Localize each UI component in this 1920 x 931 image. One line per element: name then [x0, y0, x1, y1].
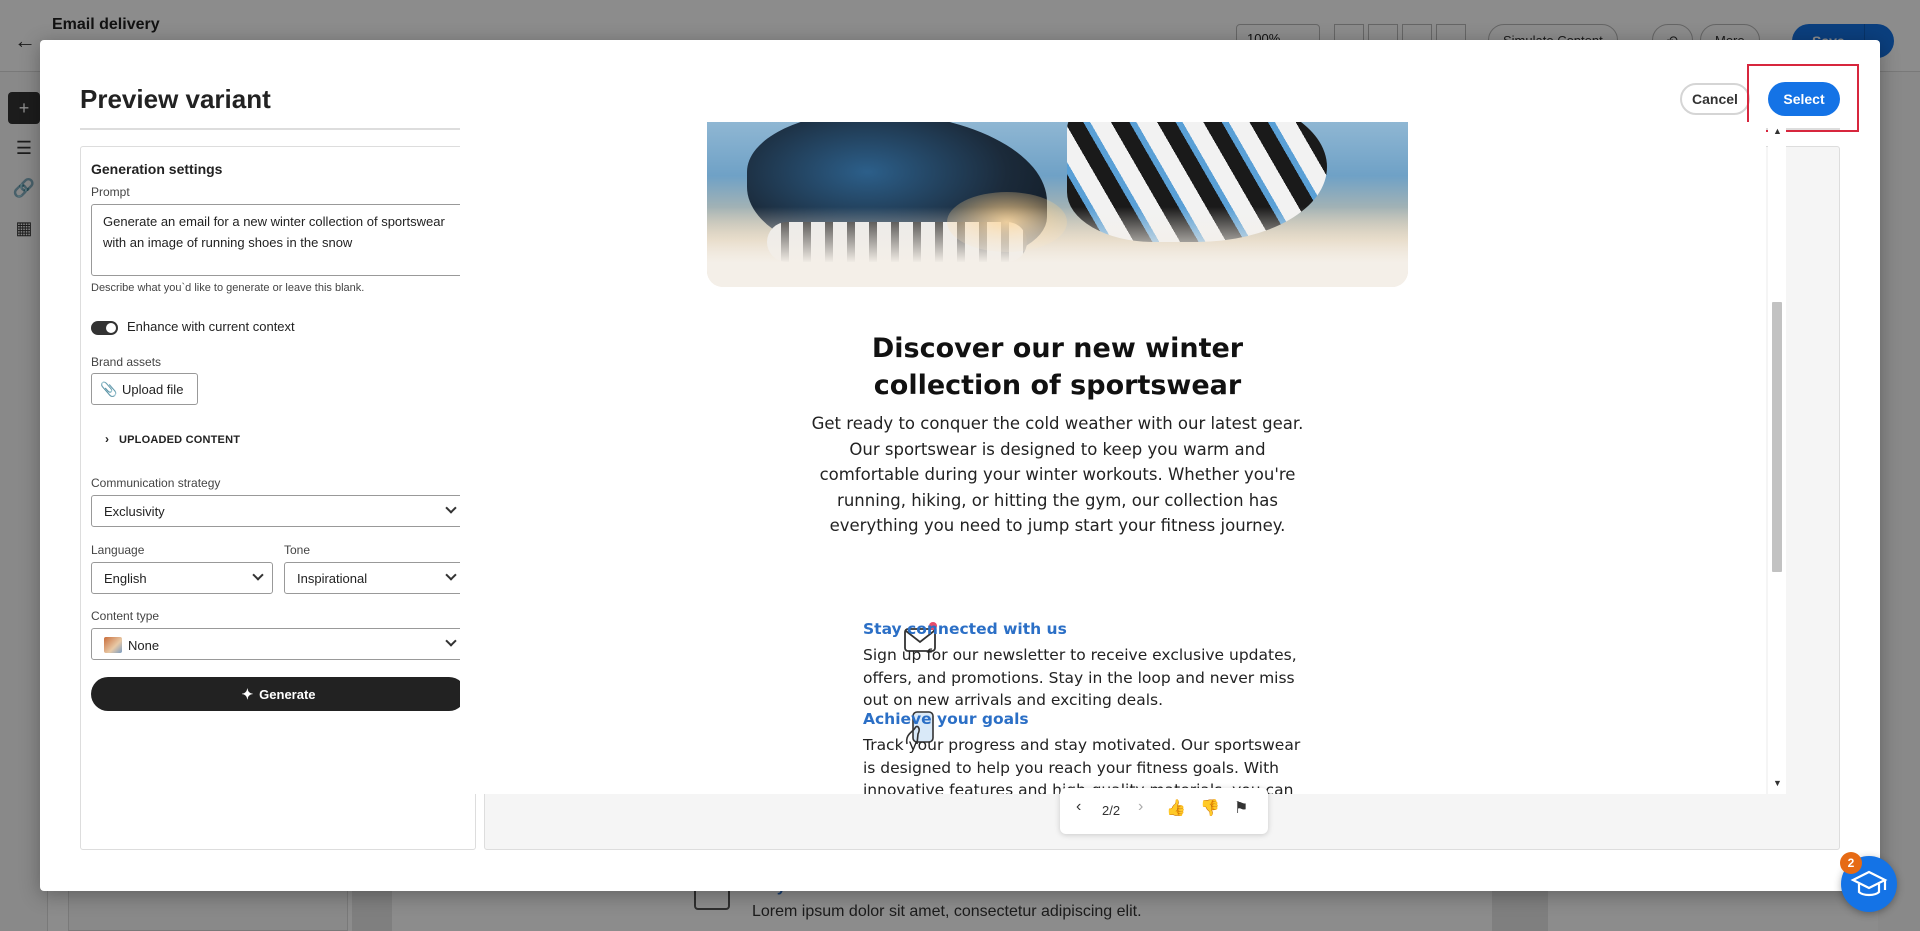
enhance-context-label: Enhance with current context	[127, 319, 295, 334]
variant-counter: 2/2	[1102, 803, 1121, 818]
generation-settings-panel: Generation settings Prompt Generate an e…	[80, 146, 476, 850]
feature-text-goals: Track your progress and stay motivated. …	[863, 736, 1301, 794]
preview-scrollbar[interactable]: ▲ ▼	[1768, 122, 1786, 794]
tone-label: Tone	[284, 543, 311, 557]
strategy-value: Exclusivity	[104, 504, 165, 519]
variant-navigation-bar: ‹ 2/2 › 👍 👎 ⚑	[1060, 788, 1268, 834]
language-dropdown[interactable]: English	[91, 562, 273, 594]
prompt-help-text: Describe what you`d like to generate or …	[91, 282, 365, 294]
previous-variant-icon[interactable]: ‹	[1076, 798, 1081, 816]
next-variant-icon[interactable]: ›	[1138, 798, 1143, 816]
paperclip-icon: 📎	[100, 381, 118, 397]
hero-image	[707, 122, 1408, 287]
select-button[interactable]: Select	[1768, 82, 1840, 116]
generate-button[interactable]: ✦ Generate	[91, 677, 466, 711]
generation-settings-heading: Generation settings	[91, 161, 223, 177]
language-value: English	[104, 571, 147, 586]
scroll-thumb[interactable]	[1772, 302, 1782, 572]
chevron-down-icon	[252, 569, 264, 581]
chevron-down-icon	[445, 569, 457, 581]
content-type-value: None	[128, 638, 160, 653]
strategy-dropdown[interactable]: Exclusivity	[91, 495, 466, 527]
strategy-label: Communication strategy	[91, 476, 221, 490]
magic-wand-icon: ✦	[241, 686, 254, 702]
uploaded-content-label: UPLOADED CONTENT	[119, 434, 241, 446]
feature-title-connected[interactable]: Stay connected with us	[863, 620, 1067, 638]
email-preview: Discover our new winter collection of sp…	[460, 122, 1766, 794]
content-type-thumbnail	[104, 637, 122, 653]
uploaded-content-toggle[interactable]: › UPLOADED CONTENT	[105, 432, 240, 446]
feature-text-connected: Sign up for our newsletter to receive ex…	[863, 646, 1297, 709]
tone-dropdown[interactable]: Inspirational	[284, 562, 466, 594]
tone-value: Inspirational	[297, 571, 368, 586]
prompt-label: Prompt	[91, 185, 130, 199]
cancel-button[interactable]: Cancel	[1680, 83, 1750, 115]
upload-file-button[interactable]: 📎 Upload file	[91, 373, 198, 405]
prompt-input[interactable]: Generate an email for a new winter colle…	[91, 204, 466, 276]
enhance-context-toggle[interactable]	[91, 321, 118, 335]
thumbs-down-icon[interactable]: 👎	[1200, 798, 1220, 818]
email-intro-text: Get ready to conquer the cold weather wi…	[811, 414, 1304, 535]
chevron-down-icon	[445, 635, 457, 647]
brand-assets-label: Brand assets	[91, 355, 162, 369]
chevron-down-icon	[445, 502, 457, 514]
language-label: Language	[91, 543, 145, 557]
scroll-down-icon[interactable]: ▼	[1773, 778, 1782, 788]
toggle-knob	[106, 323, 116, 333]
content-type-dropdown[interactable]: None	[91, 628, 466, 660]
chevron-right-icon: ›	[105, 432, 110, 446]
email-headline: Discover our new winter collection of sp…	[871, 333, 1244, 401]
thumbs-up-icon[interactable]: 👍	[1166, 798, 1186, 818]
notification-badge: 2	[1840, 852, 1862, 874]
content-type-label: Content type	[91, 609, 160, 623]
flag-icon[interactable]: ⚑	[1234, 798, 1248, 818]
snow-shape	[707, 207, 1408, 287]
dialog-title: Preview variant	[80, 84, 271, 114]
feature-title-goals[interactable]: Achieve your goals	[863, 710, 1029, 728]
generate-label: Generate	[259, 687, 316, 702]
scroll-up-icon[interactable]: ▲	[1773, 126, 1782, 136]
upload-file-label: Upload file	[122, 382, 184, 397]
